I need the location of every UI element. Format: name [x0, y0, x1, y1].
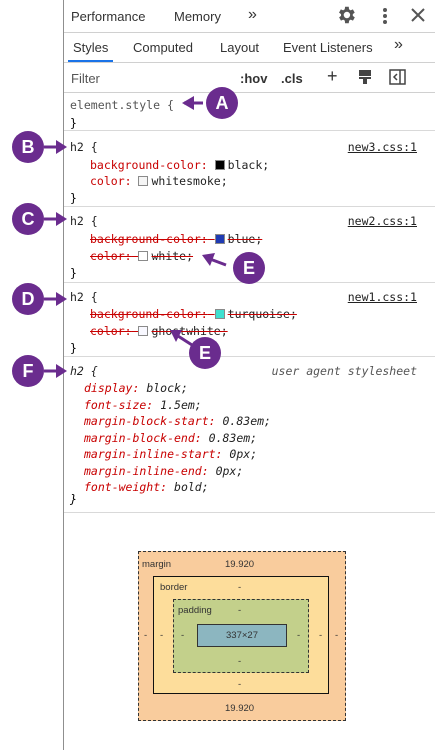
sidebar-tabs: Styles Computed Layout Event Listeners » [64, 33, 435, 63]
ua-property-row: margin-inline-start: 0px; [84, 447, 258, 461]
filter-input[interactable]: Filter [71, 71, 100, 86]
more-tabs-icon[interactable]: » [394, 36, 403, 54]
user-agent-label: user agent stylesheet [271, 364, 417, 378]
devtools-panel: Performance Memory » Styles Computed Lay… [63, 0, 435, 750]
callout-b: B [12, 131, 44, 163]
close-icon[interactable] [409, 6, 427, 27]
padding-bottom-value[interactable]: - [238, 656, 241, 667]
callout-f: F [12, 355, 44, 387]
ua-property-row: display: block; [84, 381, 188, 395]
paint-brush-icon[interactable] [357, 69, 373, 88]
rule-selector[interactable]: h2 [70, 214, 84, 228]
property-row[interactable]: background-color: black; [90, 157, 269, 174]
content-size-value[interactable]: 337×27 [197, 630, 287, 641]
toggle-sidebar-icon[interactable] [389, 69, 406, 88]
padding-label: padding [178, 605, 212, 616]
ua-property-row: margin-block-start: 0.83em; [84, 414, 271, 428]
filter-toolbar: Filter :hov .cls + [64, 63, 435, 93]
margin-bottom-value[interactable]: 19.920 [225, 703, 254, 714]
ua-property-row: font-size: 1.5em; [84, 397, 202, 412]
rule-selector: h2 [70, 364, 84, 378]
margin-right-value[interactable]: - [335, 630, 338, 641]
padding-left-value[interactable]: - [181, 630, 184, 641]
source-link[interactable]: new1.css:1 [348, 289, 417, 306]
element-style-selector[interactable]: element.style [70, 98, 160, 112]
tab-styles[interactable]: Styles [68, 33, 114, 62]
gear-icon[interactable] [335, 4, 357, 29]
more-tabs-icon[interactable]: » [248, 6, 257, 24]
callout-e-upper: E [233, 252, 265, 284]
source-link[interactable]: new3.css:1 [348, 139, 417, 156]
color-swatch[interactable] [138, 251, 149, 261]
callout-d: D [12, 283, 44, 315]
color-swatch[interactable] [214, 160, 225, 170]
tab-layout[interactable]: Layout [220, 40, 259, 55]
ua-property-row: margin-block-end: 0.83em; [84, 430, 258, 445]
color-swatch[interactable] [138, 176, 149, 186]
padding-right-value[interactable]: - [297, 630, 300, 641]
callout-e-lower: E [189, 337, 221, 369]
border-top-value[interactable]: - [238, 582, 241, 593]
margin-left-value[interactable]: - [144, 630, 147, 641]
hov-button[interactable]: :hov [240, 71, 267, 86]
property-row-overridden[interactable]: background-color: turquoise; [90, 306, 297, 323]
color-swatch[interactable] [214, 309, 225, 319]
cls-button[interactable]: .cls [281, 71, 303, 86]
new-rule-icon[interactable]: + [327, 66, 338, 87]
border-right-value[interactable]: - [319, 630, 322, 641]
color-swatch[interactable] [214, 234, 225, 244]
top-toolbar: Performance Memory » [64, 0, 435, 33]
tab-event-listeners[interactable]: Event Listeners [283, 40, 373, 55]
rule-selector[interactable]: h2 [70, 140, 84, 154]
border-bottom-value[interactable]: - [238, 679, 241, 690]
tab-computed[interactable]: Computed [133, 40, 193, 55]
margin-label: margin [142, 559, 172, 570]
property-row-overridden[interactable]: background-color: blue; [90, 231, 262, 248]
source-link[interactable]: new2.css:1 [348, 213, 417, 230]
ua-property-row: font-weight: bold; [84, 480, 209, 494]
kebab-menu-icon[interactable] [379, 5, 391, 30]
padding-top-value[interactable]: - [238, 605, 241, 616]
callout-a: A [206, 87, 238, 119]
color-swatch[interactable] [138, 326, 149, 336]
tab-memory[interactable]: Memory [174, 9, 221, 24]
border-label: border [160, 582, 188, 593]
property-row-overridden[interactable]: color: white; [90, 248, 193, 265]
border-left-value[interactable]: - [160, 630, 163, 641]
rule-selector[interactable]: h2 [70, 290, 84, 304]
margin-top-value[interactable]: 19.920 [225, 559, 254, 570]
callout-c: C [12, 203, 44, 235]
ua-property-row: margin-inline-end: 0px; [84, 463, 244, 478]
tab-performance[interactable]: Performance [71, 9, 145, 24]
property-row[interactable]: color: whitesmoke; [90, 173, 228, 190]
